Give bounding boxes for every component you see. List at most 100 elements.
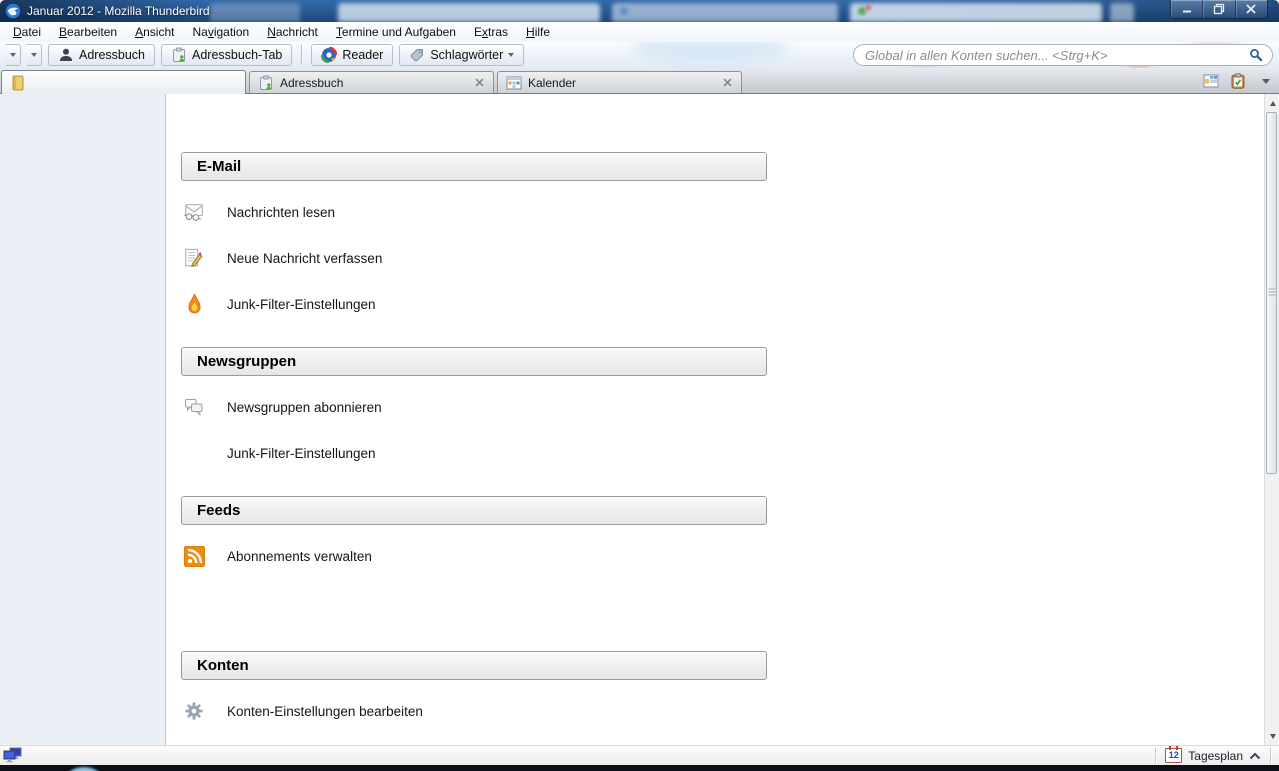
scrollbar-thumb[interactable] (1266, 112, 1277, 474)
statusbar-separator (1155, 748, 1157, 763)
tab-kalender[interactable]: Kalender (497, 71, 742, 93)
section-title: E-Mail (197, 158, 242, 175)
scrollbar-grip-icon (1268, 288, 1275, 298)
menu-item-extras[interactable]: Extras (465, 23, 517, 42)
action-label: Konten-Einstellungen bearbeiten (227, 703, 423, 719)
today-pane-label: Tagesplan (1188, 748, 1243, 763)
menubar: Datei Bearbeiten Ansicht Navigation Nachrich… (0, 22, 1279, 42)
background-tab-favicon (866, 5, 871, 10)
address-book-tab-icon (258, 75, 274, 91)
action-neue-nachricht-verfassen[interactable]: Neue Nachricht verfassen (181, 235, 767, 281)
action-label: Neue Nachricht verfassen (227, 250, 383, 266)
background-tab-favicon (858, 7, 866, 15)
tabbar: Adressbuch Kalender (0, 68, 1279, 94)
chevron-up-icon (1249, 752, 1261, 759)
section-header-newsgroups: Newsgruppen (181, 347, 767, 376)
compose-dropdown-button[interactable] (27, 44, 42, 66)
background-tab-favicon (620, 7, 628, 15)
section-title: Feeds (197, 502, 241, 519)
glass-blur-artifact (630, 42, 790, 62)
menu-item-termine-und-aufgaben[interactable]: Termine und Aufgaben (327, 23, 465, 42)
calendar-icon (506, 75, 522, 91)
action-label: Nachrichten lesen (227, 204, 336, 220)
window-controls (1170, 0, 1268, 19)
action-nachrichten-lesen[interactable]: Nachrichten lesen (181, 189, 767, 235)
calendar-grid-icon (1203, 74, 1219, 88)
section-header-email: E-Mail (181, 152, 767, 181)
tags-label: Schlagwörter (430, 48, 504, 62)
restore-icon (1213, 3, 1225, 15)
tab-adressbuch[interactable]: Adressbuch (249, 71, 494, 93)
close-tab-icon[interactable] (721, 77, 733, 89)
menu-item-ansicht[interactable]: Ansicht (126, 23, 183, 42)
tags-button[interactable]: Schlagwörter (399, 44, 525, 66)
vertical-scrollbar[interactable] (1264, 94, 1279, 745)
list-all-tabs-icon[interactable] (1262, 78, 1270, 84)
menu-item-bearbeiten[interactable]: Bearbeiten (50, 23, 126, 42)
minimize-icon (1182, 10, 1191, 13)
folder-icon (10, 75, 26, 91)
close-button[interactable] (1236, 0, 1267, 18)
address-book-tab-icon (171, 47, 187, 63)
menu-item-navigation[interactable]: Navigation (183, 23, 258, 42)
statusbar: 12 Tagesplan (0, 745, 1279, 765)
action-label: Junk-Filter-Einstellungen (227, 445, 376, 461)
address-book-button[interactable]: Adressbuch (48, 44, 156, 66)
statusbar-separator (1270, 748, 1271, 763)
tab-start[interactable] (1, 70, 246, 94)
dropdown-arrow-icon (31, 53, 37, 57)
tab-title: Kalender (528, 75, 577, 90)
section-email: E-Mail Nachrichten lesen Neue Nachricht ve… (181, 152, 767, 327)
today-pane-toggle[interactable]: 12 Tagesplan (1163, 746, 1263, 763)
reader-button[interactable]: Reader (311, 44, 394, 66)
start-orb-icon[interactable] (58, 767, 110, 771)
action-junk-filter-einstellungen[interactable]: Junk-Filter-Einstellungen (181, 430, 767, 476)
tasks-clipboard-icon (1231, 73, 1245, 89)
compose-group: Verfassen (27, 44, 42, 66)
address-book-group: Adressbuch (48, 44, 156, 66)
reader-icon (321, 47, 338, 63)
menu-item-datei[interactable]: Datei (4, 23, 50, 42)
section-items-email: Nachrichten lesen Neue Nachricht verfasse… (181, 189, 767, 327)
reader-label: Reader (342, 48, 384, 62)
content-pane: E-Mail Nachrichten lesen Neue Nachricht ve… (166, 94, 1264, 745)
online-status-icon[interactable] (3, 747, 23, 764)
status-right: 12 Tagesplan (1155, 746, 1279, 763)
open-calendar-tab-button[interactable] (1200, 71, 1222, 91)
section-items-newsgroups: Newsgruppen abonnieren Junk-Filter-Einste… (181, 384, 767, 476)
status-left (0, 747, 23, 764)
junk-flame-icon (183, 291, 205, 317)
background-window-tab (612, 3, 838, 22)
rss-icon (183, 543, 205, 569)
global-search-input[interactable] (863, 46, 1243, 64)
section-title: Konten (197, 657, 249, 674)
action-konten-einstellungen-bearbeiten[interactable]: Konten-Einstellungen bearbeiten (181, 688, 767, 734)
scroll-down-button[interactable] (1265, 728, 1279, 744)
dropdown-arrow-icon (508, 53, 515, 57)
menu-item-nachricht[interactable]: Nachricht (258, 23, 327, 42)
menu-item-hilfe[interactable]: Hilfe (517, 23, 559, 42)
tag-icon (409, 47, 425, 63)
restore-button[interactable] (1203, 0, 1236, 18)
account-central: E-Mail Nachrichten lesen Neue Nachricht ve… (166, 94, 767, 734)
toolbar: Abrufen Verfassen Adressbuch Adressbuch-Tab… (0, 42, 1279, 68)
address-book-label: Adressbuch (79, 48, 146, 62)
action-junk-filter-einstellungen[interactable]: Junk-Filter-Einstellungen (181, 281, 767, 327)
action-newsgruppen-abonnieren[interactable]: Newsgruppen abonnieren (181, 384, 767, 430)
address-book-tab-label: Adressbuch-Tab (192, 48, 283, 62)
address-book-tab-button[interactable]: Adressbuch-Tab (161, 44, 293, 66)
section-title: Newsgruppen (197, 353, 297, 370)
tab-title: Adressbuch (280, 75, 344, 90)
search-icon[interactable] (1249, 48, 1263, 62)
open-tasks-tab-button[interactable] (1227, 71, 1249, 91)
minimize-button[interactable] (1171, 0, 1204, 18)
toolbar-buttons: Abrufen Verfassen Adressbuch Adressbuch-Tab… (6, 44, 525, 66)
action-abonnements-verwalten[interactable]: Abonnements verwalten (181, 533, 767, 579)
scroll-up-button[interactable] (1265, 95, 1279, 111)
get-mail-dropdown-button[interactable] (6, 44, 21, 66)
section-newsgroups: Newsgruppen Newsgruppen abonnieren Junk-Fi… (181, 347, 767, 476)
close-tab-icon[interactable] (473, 77, 485, 89)
tab-strip: Adressbuch Kalender (1, 68, 745, 94)
thunderbird-app-icon (5, 3, 21, 19)
action-label: Newsgruppen abonnieren (227, 399, 382, 415)
